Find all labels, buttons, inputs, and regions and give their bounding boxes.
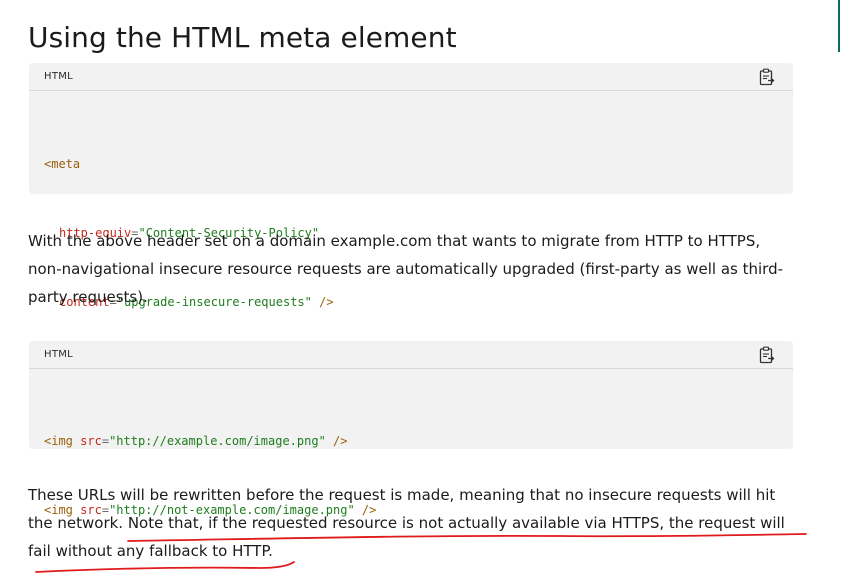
paragraph-line: fail without any fallback to HTTP. [28, 542, 273, 560]
code-attr: src [80, 434, 102, 448]
code-header: HTML [29, 341, 793, 369]
code-eq: = [101, 434, 110, 448]
paragraph-line: These URLs will be rewritten before the … [28, 486, 776, 504]
code-header: HTML [29, 63, 793, 91]
copy-code-button[interactable] [759, 68, 775, 86]
code-tag: <meta [44, 157, 81, 171]
code-language-label: HTML [44, 349, 74, 360]
code-tag: <img [44, 434, 73, 448]
paragraph-line: party requests). [28, 288, 148, 306]
paragraph-rewrite-explanation: These URLs will be rewritten before the … [28, 481, 798, 565]
code-line: <img src="http://example.com/image.png" … [44, 430, 376, 453]
clipboard-icon [759, 68, 775, 86]
code-block-img: HTML <img src="http://example.com/image.… [29, 341, 793, 517]
code-language-label: HTML [44, 71, 74, 82]
code-line: <meta [44, 153, 334, 176]
section-heading: Using the HTML meta element [28, 21, 457, 54]
code-tag-close: /> [325, 434, 348, 448]
copy-code-button[interactable] [759, 346, 775, 364]
clipboard-icon [759, 346, 775, 364]
paragraph-line: non-navigational insecure resource reque… [28, 260, 784, 278]
paragraph-line: With the above header set on a domain ex… [28, 232, 761, 250]
code-block-meta: HTML <meta http-equiv="Content-Security-… [29, 63, 793, 309]
paragraph-line: the network. Note that, if the requested… [28, 514, 785, 532]
paragraph-upgrade-explanation: With the above header set on a domain ex… [28, 227, 798, 311]
page: Using the HTML meta element HTML <meta h… [0, 0, 842, 585]
code-string: "http://example.com/image.png" [109, 434, 326, 448]
scroll-indicator [838, 0, 840, 52]
